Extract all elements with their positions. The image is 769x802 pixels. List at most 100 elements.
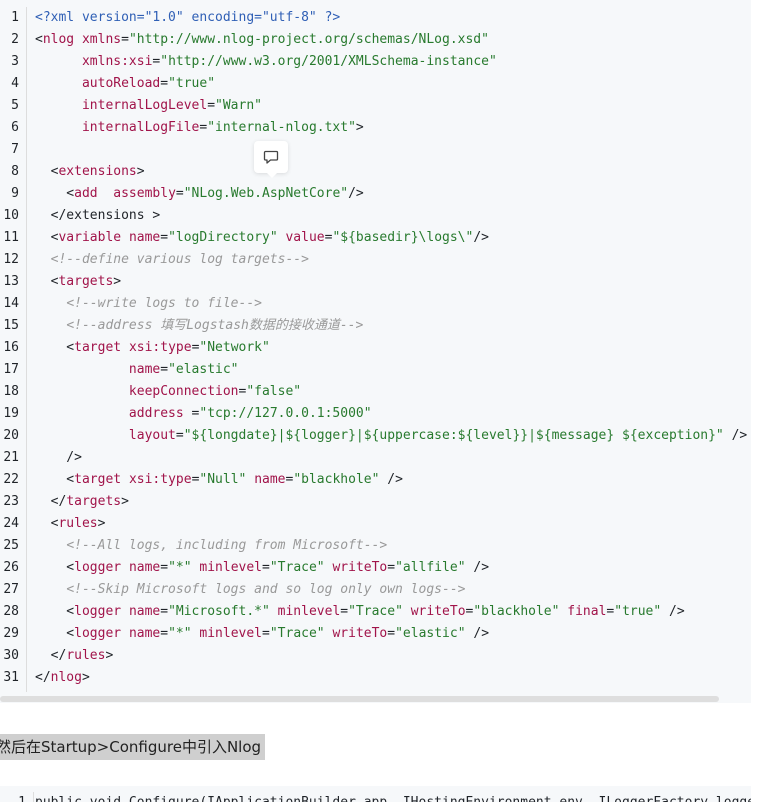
code-token-val: "Microsoft.*" (168, 604, 270, 619)
code-token-punct (35, 362, 129, 377)
code-token-val: "NLog.Web.AspNetCore" (183, 186, 349, 201)
line-number: 12 (3, 252, 19, 267)
code-token-val: "true" (168, 76, 216, 91)
code-token-attr: name (254, 472, 286, 487)
line-number: 29 (3, 626, 19, 641)
code-lines: <?xml version="1.0" encoding="utf-8" ?> <… (35, 7, 747, 689)
code-token-punct: = (160, 560, 169, 575)
code-line: </targets> (35, 491, 747, 513)
code-token-attr: final (567, 604, 607, 619)
line-number: 1 (11, 10, 19, 25)
code-token-val: "Warn" (215, 98, 262, 113)
code-token-punct: = (175, 428, 184, 443)
code-token-punct: < (35, 340, 75, 355)
code-token-tag: nlog (50, 670, 82, 685)
code-token-punct: = (387, 626, 396, 641)
code-token-tag: add (74, 186, 98, 201)
code-token-punct: > (105, 648, 114, 663)
scrollbar-thumb[interactable] (0, 696, 719, 702)
code-token-attr: name (128, 230, 161, 245)
code-token-attr: name (128, 626, 161, 641)
code-token-punct: > (81, 670, 90, 685)
code-token-tag: target (74, 472, 122, 487)
code-token-punct: = (121, 32, 129, 47)
code-token-tag: logger (74, 626, 122, 641)
line-number: 1 (0, 792, 34, 802)
code-token-punct: /> (465, 626, 490, 641)
code-token-val: "${basedir}\logs\" (332, 230, 474, 245)
code-token-punct: > (355, 120, 364, 135)
code-line: internalLogLevel="Warn" (35, 95, 747, 117)
code-token-attr: address (128, 406, 184, 421)
code-token-attr: xmlns (81, 32, 122, 47)
code-token-comment: <!--define various log targets--> (50, 252, 309, 267)
code-token-punct: </ (35, 648, 67, 663)
code-token-val: "${longdate}|${logger}|${uppercase:${lev… (183, 428, 724, 443)
code-token-punct: > (136, 164, 145, 179)
code-token-punct: < (35, 472, 75, 487)
code-line: /> (35, 447, 747, 469)
code-token-pi: <?xml version="1.0" encoding="utf-8" ?> (35, 10, 341, 25)
code-token-tag: targets (66, 494, 122, 509)
line-number: 25 (3, 538, 19, 553)
code-line: <extensions> (35, 161, 747, 183)
line-number: 11 (3, 230, 19, 245)
code-token-punct: = (183, 406, 200, 421)
code-token-punct (121, 604, 129, 619)
code-token-val: "Trace" (269, 560, 325, 575)
code-token-punct (35, 428, 129, 443)
code-token-punct: < (35, 32, 43, 47)
code-token-punct: = (207, 98, 216, 113)
code-token-punct (35, 406, 129, 421)
code-token-tag: logger (74, 560, 122, 575)
code-token-punct (121, 230, 129, 245)
code-token-tag: rules (66, 648, 106, 663)
line-number: 4 (11, 76, 19, 91)
code-token-punct (98, 186, 114, 201)
code-token-punct (121, 472, 129, 487)
line-number: 13 (3, 274, 19, 289)
code-token-punct (35, 98, 82, 113)
code-line: <logger name="Microsoft.*" minlevel="Tra… (35, 601, 747, 623)
code-token-val: "blackhole" (293, 472, 380, 487)
line-number: 17 (3, 362, 19, 377)
code-token-punct: /> (348, 186, 364, 201)
horizontal-scrollbar[interactable] (0, 696, 751, 703)
code-token-punct (74, 32, 82, 47)
line-number: 8 (11, 164, 19, 179)
code-line: <nlog xmlns="http://www.nlog-project.org… (35, 29, 747, 51)
code-token-punct: </ (35, 670, 51, 685)
code-token-val: "false" (246, 384, 302, 399)
code-token-attr: name (128, 604, 161, 619)
code-token-punct: = (160, 76, 169, 91)
code-line: <targets> (35, 271, 747, 293)
line-number: 19 (3, 406, 19, 421)
code-token-comment: <!--address 填写Logstash数据的接收通道--> (66, 318, 364, 333)
code-token-attr: minlevel (199, 626, 263, 641)
code-token-punct (121, 626, 129, 641)
comment-button[interactable] (254, 141, 288, 178)
line-number: 14 (3, 296, 19, 311)
code-token-val: "Trace" (348, 604, 403, 619)
code-line: layout="${longdate}|${logger}|${uppercas… (35, 425, 747, 447)
line-number: 15 (3, 318, 19, 333)
code-token-comment: <!--All logs, including from Microsoft--… (66, 538, 388, 553)
code-token-punct: > (113, 274, 122, 289)
code-line: name="elastic" (35, 359, 747, 381)
code-token-punct (121, 560, 129, 575)
code-token-punct: > (121, 494, 129, 509)
code-block-2: 1 public void Configure(IApplicationBuil… (0, 786, 751, 802)
code-line: </extensions > (35, 205, 747, 227)
code-token-tag: logger (74, 604, 122, 619)
line-number: 2 (11, 32, 19, 47)
code-token-attr: internalLogLevel (81, 98, 208, 113)
code-token-tag: targets (58, 274, 114, 289)
code-token-punct (35, 296, 66, 311)
code-token-punct: = (262, 560, 270, 575)
code-token-punct: < (35, 274, 59, 289)
code-token-punct (35, 120, 82, 135)
code-token-punct: /> (723, 428, 748, 443)
code-token-punct: > (97, 516, 106, 531)
code-token-attr: internalLogFile (81, 120, 200, 135)
